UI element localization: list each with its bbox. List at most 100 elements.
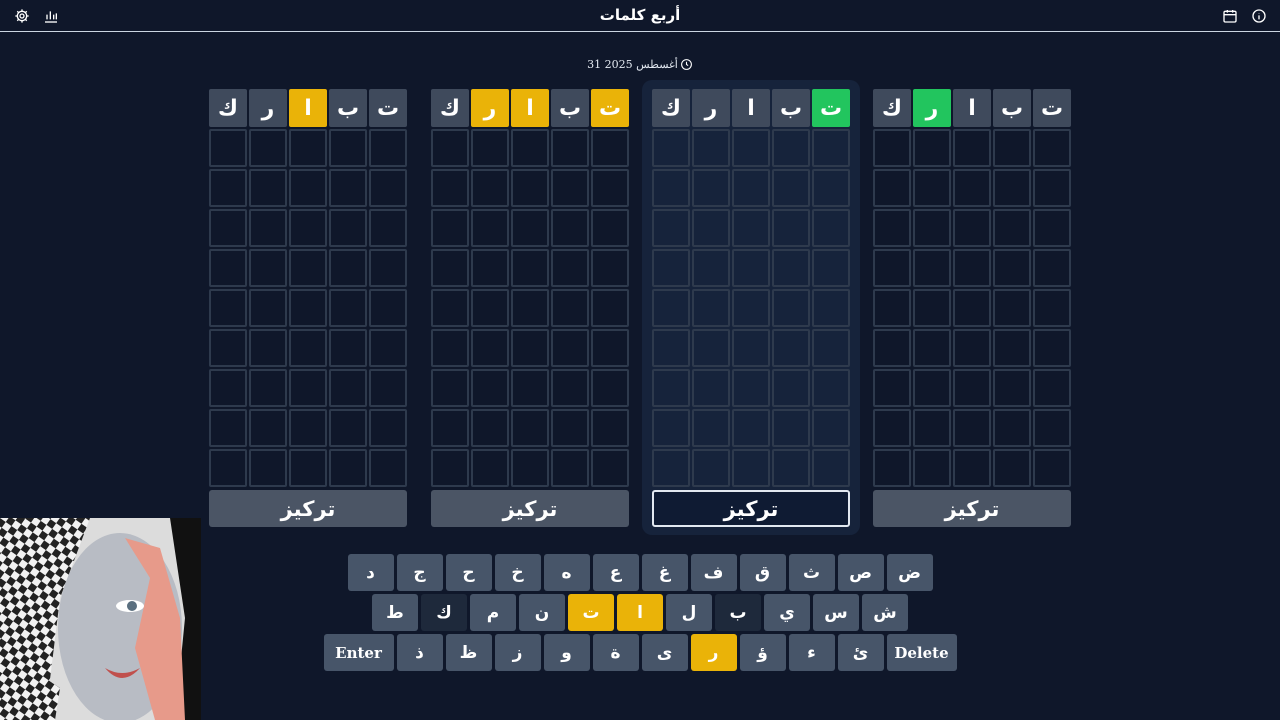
empty-tile — [692, 249, 730, 287]
letter-key[interactable]: ا — [617, 594, 663, 631]
empty-tile — [249, 289, 287, 327]
enter-key[interactable]: Enter — [323, 634, 394, 671]
empty-tile — [209, 449, 247, 487]
letter-tile: ا — [289, 89, 327, 127]
empty-tile — [1033, 169, 1071, 207]
empty-tile — [369, 249, 407, 287]
empty-tile — [591, 169, 629, 207]
empty-tile — [993, 329, 1031, 367]
letter-tile: ت — [369, 89, 407, 127]
empty-tile — [772, 129, 810, 167]
letter-key[interactable]: س — [813, 594, 859, 631]
empty-tile — [431, 249, 469, 287]
letter-key[interactable]: ر — [690, 634, 737, 671]
empty-tile — [329, 209, 367, 247]
empty-tile — [431, 409, 469, 447]
letter-key[interactable]: ح — [445, 554, 492, 591]
empty-tile — [953, 329, 991, 367]
letter-key[interactable]: ص — [837, 554, 884, 591]
letter-key[interactable]: ي — [764, 594, 810, 631]
letter-key[interactable]: غ — [641, 554, 688, 591]
letter-key[interactable]: م — [470, 594, 516, 631]
letter-key[interactable]: ة — [592, 634, 639, 671]
empty-tile — [369, 129, 407, 167]
letter-key[interactable]: و — [543, 634, 590, 671]
empty-tile — [551, 249, 589, 287]
letter-key[interactable]: ز — [494, 634, 541, 671]
empty-tile — [812, 449, 850, 487]
letter-key[interactable]: ؤ — [739, 634, 786, 671]
empty-tile — [471, 329, 509, 367]
letter-key[interactable]: ف — [690, 554, 737, 591]
letter-key[interactable]: ئ — [837, 634, 884, 671]
letter-key[interactable]: ض — [886, 554, 933, 591]
empty-tile — [249, 169, 287, 207]
letter-key[interactable]: ت — [568, 594, 614, 631]
letter-key[interactable]: ق — [739, 554, 786, 591]
empty-row — [431, 169, 629, 207]
empty-tile — [772, 409, 810, 447]
empty-tile — [913, 449, 951, 487]
empty-row — [873, 289, 1071, 327]
focus-button-board-1[interactable]: تركيز — [873, 490, 1071, 527]
letter-key[interactable]: ط — [372, 594, 418, 631]
empty-row — [209, 129, 407, 167]
empty-tile — [772, 329, 810, 367]
empty-tile — [953, 369, 991, 407]
letter-key[interactable]: ء — [788, 634, 835, 671]
letter-key[interactable]: ى — [641, 634, 688, 671]
empty-row — [652, 209, 850, 247]
empty-tile — [471, 209, 509, 247]
letter-key[interactable]: ه — [543, 554, 590, 591]
letter-key[interactable]: ش — [862, 594, 908, 631]
empty-tile — [249, 129, 287, 167]
empty-tile — [329, 249, 367, 287]
calendar-icon[interactable] — [1222, 8, 1238, 24]
info-circle-icon[interactable] — [1251, 8, 1267, 24]
empty-tile — [329, 289, 367, 327]
empty-tile — [209, 209, 247, 247]
letter-key[interactable]: د — [347, 554, 394, 591]
empty-tile — [732, 329, 770, 367]
letter-key[interactable]: ج — [396, 554, 443, 591]
empty-tile — [471, 409, 509, 447]
empty-tile — [873, 169, 911, 207]
letter-key[interactable]: ن — [519, 594, 565, 631]
empty-tile — [652, 129, 690, 167]
empty-tile — [812, 169, 850, 207]
empty-row — [873, 129, 1071, 167]
empty-tile — [993, 369, 1031, 407]
empty-tile — [692, 289, 730, 327]
empty-tile — [209, 369, 247, 407]
empty-tile — [369, 449, 407, 487]
empty-tile — [249, 369, 287, 407]
empty-tile — [812, 289, 850, 327]
delete-key[interactable]: Delete — [886, 634, 957, 671]
letter-key[interactable]: ك — [421, 594, 467, 631]
empty-tile — [953, 209, 991, 247]
board-1: تبارك — [873, 89, 1071, 489]
empty-row — [873, 329, 1071, 367]
letter-key[interactable]: خ — [494, 554, 541, 591]
empty-tile — [732, 409, 770, 447]
focus-button-board-4[interactable]: تركيز — [209, 490, 407, 527]
empty-tile — [993, 249, 1031, 287]
empty-tile — [873, 369, 911, 407]
empty-tile — [431, 449, 469, 487]
letter-tile: ت — [1033, 89, 1071, 127]
empty-row — [209, 249, 407, 287]
app-title: أربع كلمات — [599, 6, 681, 24]
letter-key[interactable]: ث — [788, 554, 835, 591]
letter-key[interactable]: ل — [666, 594, 712, 631]
focus-button-board-2[interactable]: تركيز — [652, 490, 850, 527]
empty-tile — [692, 449, 730, 487]
focus-button-board-3[interactable]: تركيز — [431, 490, 629, 527]
empty-tile — [993, 169, 1031, 207]
letter-key[interactable]: ظ — [445, 634, 492, 671]
empty-tile — [812, 129, 850, 167]
letter-key[interactable]: ع — [592, 554, 639, 591]
letter-key[interactable]: ذ — [396, 634, 443, 671]
empty-tile — [511, 409, 549, 447]
empty-tile — [591, 329, 629, 367]
letter-key[interactable]: ب — [715, 594, 761, 631]
